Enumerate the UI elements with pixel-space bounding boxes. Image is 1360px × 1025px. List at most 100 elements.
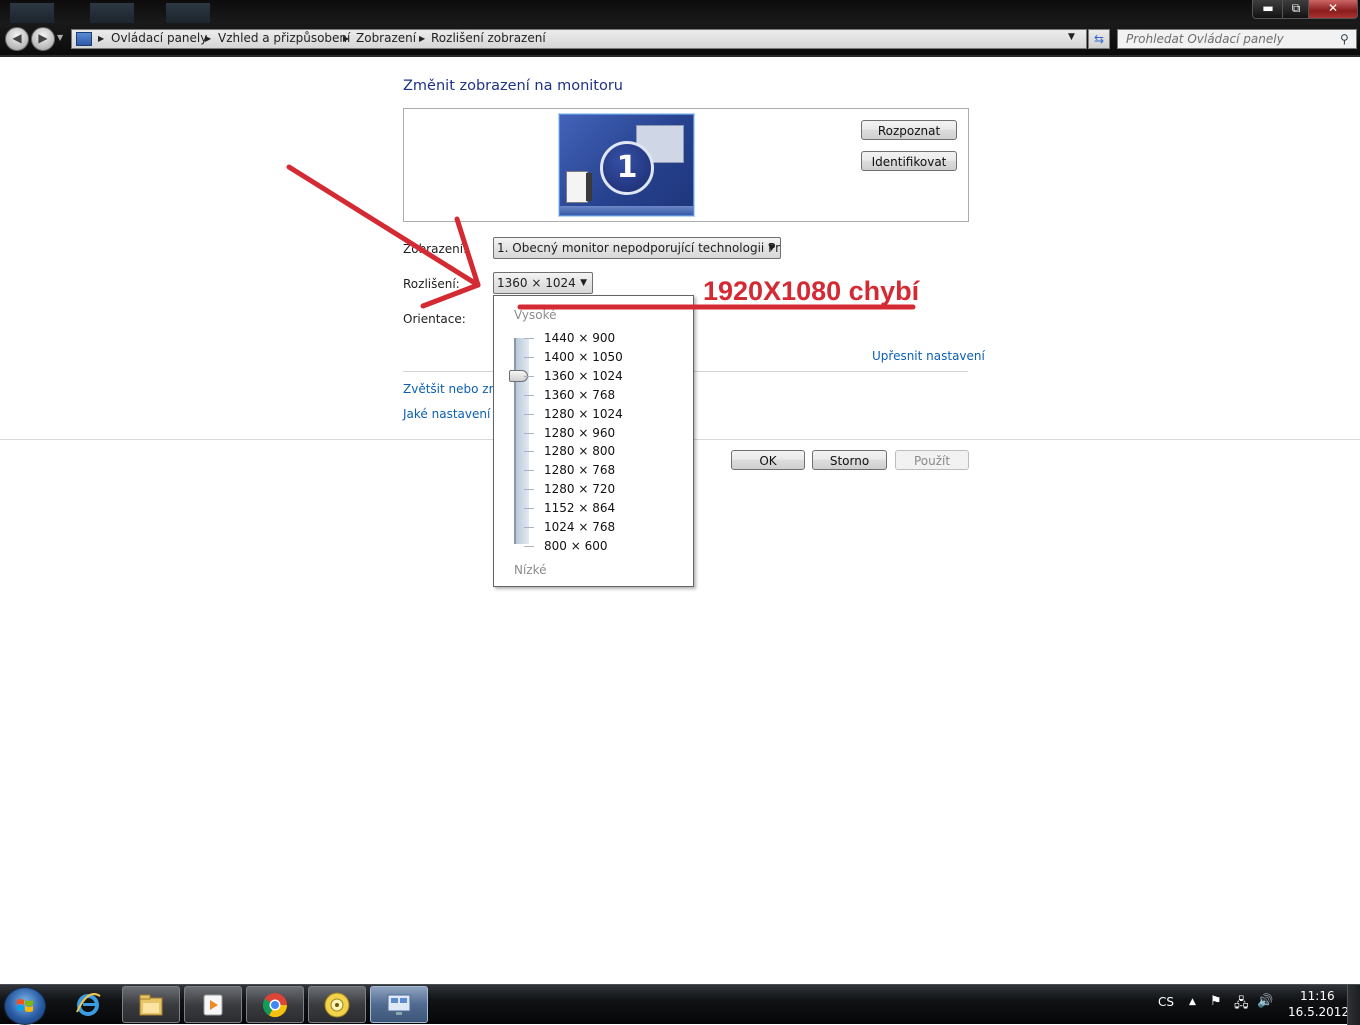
chevron-down-icon: ▼ <box>768 243 775 253</box>
recent-pages-dropdown[interactable]: ▼ <box>57 33 63 42</box>
search-icon[interactable]: ⚲ <box>1340 32 1349 46</box>
chevron-down-icon[interactable]: ▼ <box>1068 32 1075 42</box>
taskbar-control-panel[interactable] <box>370 986 428 1023</box>
control-panel-icon <box>387 994 411 1015</box>
high-label: Vysoké <box>514 308 557 322</box>
advanced-settings-link[interactable]: Upřesnit nastavení <box>872 349 985 363</box>
breadcrumb-separator-icon[interactable]: ▶ <box>98 31 104 47</box>
title-bar-border <box>0 55 1360 57</box>
resolution-option[interactable]: 1280 × 800 <box>544 444 615 458</box>
low-label: Nízké <box>514 563 547 577</box>
display-label: Zobrazení: <box>403 242 468 256</box>
resolution-option[interactable]: 1360 × 768 <box>544 388 615 402</box>
breadcrumb-separator-icon[interactable]: ▶ <box>419 31 425 47</box>
monitor-sidebar-graphic <box>586 173 592 201</box>
taskbar-yellow-app[interactable] <box>308 986 366 1023</box>
monitor-1-tile[interactable]: 1 <box>559 114 694 216</box>
detect-button[interactable]: Rozpoznat <box>861 120 957 140</box>
slider-tick-mark <box>524 432 534 434</box>
resolution-option[interactable]: 1360 × 1024 <box>544 369 623 383</box>
resolution-option[interactable]: 1280 × 960 <box>544 426 615 440</box>
slider-tick-mark <box>524 338 534 339</box>
breadcrumb-screen-resolution[interactable]: Rozlišení zobrazení <box>431 31 546 45</box>
page-title: Změnit zobrazení na monitoru <box>403 78 623 94</box>
slider-tick-mark <box>524 451 534 453</box>
action-center-flag-icon[interactable]: ⚑ <box>1210 994 1222 1009</box>
monitor-document-graphic <box>566 171 588 203</box>
back-button[interactable]: ◀ <box>5 27 29 51</box>
taskbar-ie[interactable] <box>60 986 118 1023</box>
refresh-button[interactable]: ⇆ <box>1088 29 1110 49</box>
close-icon: ✕ <box>1327 1 1339 15</box>
resolution-option[interactable]: 1400 × 1050 <box>544 350 623 364</box>
resolution-option[interactable]: 1280 × 768 <box>544 463 615 477</box>
language-indicator[interactable]: CS <box>1158 995 1174 1009</box>
text-size-link[interactable]: Zvětšit nebo zme <box>403 382 508 396</box>
forward-button[interactable]: ▶ <box>31 27 55 51</box>
breadcrumb-control-panel[interactable]: Ovládací panely <box>111 31 207 45</box>
taskbar-explorer[interactable] <box>122 986 180 1023</box>
resolution-option[interactable]: 1280 × 720 <box>544 482 615 496</box>
close-button[interactable]: ✕ <box>1308 0 1358 19</box>
control-panel-icon <box>76 32 92 46</box>
resolution-dropdown-popup: Vysoké 1440 × 900 1400 × 1050 1360 × 1024 1… <box>493 295 694 587</box>
resolution-slider-track[interactable] <box>515 338 529 544</box>
refresh-icon: ⇆ <box>1093 32 1105 46</box>
cancel-button[interactable]: Storno <box>812 450 887 470</box>
forward-arrow-icon: ▶ <box>38 31 48 45</box>
back-arrow-icon: ◀ <box>12 31 22 45</box>
search-input[interactable] <box>1118 30 1336 48</box>
show-hidden-icons-icon[interactable]: ▲ <box>1189 997 1196 1007</box>
show-desktop-button[interactable] <box>1347 985 1360 1025</box>
breadcrumb-display[interactable]: Zobrazení <box>356 31 416 45</box>
resolution-label: Rozlišení: <box>403 277 460 291</box>
start-button[interactable] <box>4 987 46 1025</box>
slider-tick-mark <box>524 470 534 472</box>
taskbar: CS ▲ ⚑ 🖧 🔊 11:16 16.5.2012 <box>0 984 1360 1025</box>
restore-button[interactable]: ⧉ <box>1282 0 1310 19</box>
volume-icon[interactable]: 🔊 <box>1257 994 1273 1009</box>
search-box[interactable]: ⚲ <box>1117 29 1357 49</box>
orientation-label: Orientace: <box>403 312 466 326</box>
which-settings-link[interactable]: Jaké nastavení m <box>403 407 506 421</box>
identify-button[interactable]: Identifikovat <box>861 151 957 171</box>
clock-date[interactable]: 16.5.2012 <box>1288 1005 1349 1019</box>
slider-tick-mark <box>524 394 534 396</box>
monitor-number-badge: 1 <box>600 141 654 195</box>
windows-logo-icon <box>17 999 33 1012</box>
minimize-button[interactable]: ▬ <box>1252 0 1284 19</box>
breadcrumb-appearance[interactable]: Vzhled a přizpůsobení <box>218 31 350 45</box>
network-icon[interactable]: 🖧 <box>1234 994 1249 1016</box>
display-select[interactable]: 1. Obecný monitor nepodporující technolo… <box>493 237 781 259</box>
breadcrumb-separator-icon[interactable]: ▶ <box>205 31 211 47</box>
slider-tick-mark <box>524 545 534 547</box>
aero-thumbnail <box>166 3 210 23</box>
address-bar[interactable]: ▶ Ovládací panely ▶ Vzhled a přizpůsoben… <box>71 29 1087 49</box>
restore-icon: ⧉ <box>1291 1 1301 15</box>
ok-button[interactable]: OK <box>731 450 805 470</box>
slider-tick-mark <box>524 375 534 377</box>
resolution-option[interactable]: 1152 × 864 <box>544 501 615 515</box>
taskbar-media-player[interactable] <box>184 986 242 1023</box>
slider-tick-mark <box>524 413 534 415</box>
window-title-bar: ▬ ⧉ ✕ ◀ ▶ ▼ ▶ Ovládací panely ▶ Vzhled a… <box>0 0 1360 57</box>
resolution-option[interactable]: 1024 × 768 <box>544 520 615 534</box>
slider-tick-mark <box>524 508 534 510</box>
minimize-icon: ▬ <box>1262 1 1274 15</box>
slider-tick-mark <box>524 489 534 491</box>
clock-time[interactable]: 11:16 <box>1300 989 1335 1003</box>
resolution-option[interactable]: 1280 × 1024 <box>544 407 623 421</box>
folder-icon <box>139 994 163 1016</box>
resolution-select[interactable]: 1360 × 1024 ▼ <box>493 272 593 294</box>
aero-thumbnail <box>10 3 54 23</box>
annotation-text: 1920X1080 chybí <box>703 276 920 306</box>
resolution-option[interactable]: 1440 × 900 <box>544 331 615 345</box>
apply-button[interactable]: Použít <box>895 450 969 470</box>
ie-icon <box>76 993 101 1016</box>
monitor-taskbar-graphic <box>560 206 693 215</box>
taskbar-chrome[interactable] <box>246 986 304 1023</box>
resolution-option[interactable]: 800 × 600 <box>544 539 608 553</box>
breadcrumb-separator-icon[interactable]: ▶ <box>343 31 349 47</box>
yellow-disc-icon <box>324 992 350 1018</box>
display-select-value: 1. Obecný monitor nepodporující technolo… <box>497 241 781 255</box>
